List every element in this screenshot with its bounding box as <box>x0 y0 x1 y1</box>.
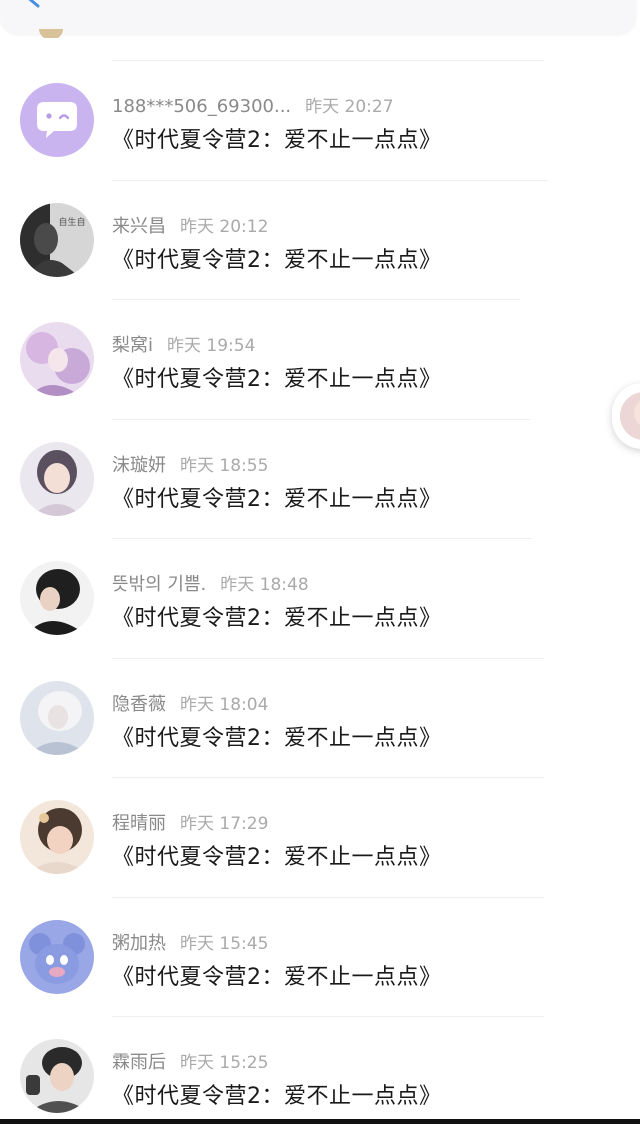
avatar[interactable]: 自生自 <box>20 202 94 277</box>
divider <box>112 299 520 300</box>
divider <box>112 1016 544 1017</box>
comment-title[interactable]: 《时代夏令营2：爱不止一点点》 <box>112 720 442 752</box>
user-name[interactable]: 188***506_69300... <box>112 96 291 117</box>
avatar[interactable] <box>20 83 94 157</box>
timestamp: 昨天 18:04 <box>180 694 269 715</box>
list-item[interactable]: 隐香薇 昨天 18:04 《时代夏令营2：爱不止一点点》 <box>0 657 640 778</box>
photo-avatar-icon <box>20 680 94 755</box>
divider <box>112 657 544 659</box>
comment-title[interactable]: 《时代夏令营2：爱不止一点点》 <box>112 481 442 513</box>
cartoon-avatar-icon <box>20 919 94 994</box>
avatar[interactable] <box>20 1039 94 1113</box>
list-item[interactable]: 霖雨后 昨天 15:25 《时代夏令营2：爱不止一点点》 <box>0 1016 640 1136</box>
comment-title[interactable]: 《时代夏令营2：爱不止一点点》 <box>112 1078 442 1110</box>
avatar[interactable] <box>20 919 94 994</box>
timestamp: 昨天 17:29 <box>180 814 269 834</box>
user-name[interactable]: 梨窝i <box>112 335 153 356</box>
comment-title[interactable]: 《时代夏令营2：爱不止一点点》 <box>112 600 442 632</box>
avatar[interactable] <box>20 680 94 755</box>
list-item[interactable]: 沫璇妍 昨天 18:55 《时代夏令营2：爱不止一点点》 <box>0 418 640 539</box>
photo-avatar-icon <box>20 800 94 874</box>
user-name[interactable]: 粥加热 <box>112 933 166 954</box>
avatar[interactable] <box>20 322 94 396</box>
comment-title[interactable]: 《时代夏令营2：爱不止一点点》 <box>112 122 442 154</box>
comment-list: 188***506_69300... 昨天 20:27 《时代夏令营2：爱不止一点… <box>0 60 640 1136</box>
user-name[interactable]: 来兴昌 <box>112 216 166 237</box>
timestamp: 昨天 20:27 <box>305 97 394 117</box>
list-item[interactable]: 188***506_69300... 昨天 20:27 《时代夏令营2：爱不止一点… <box>0 60 640 180</box>
avatar-text: 自生自 <box>58 216 85 228</box>
divider <box>112 60 544 61</box>
back-arrow-icon[interactable] <box>22 0 46 14</box>
top-bar <box>0 0 636 34</box>
comment-title[interactable]: 《时代夏令营2：爱不止一点点》 <box>112 959 442 991</box>
timestamp: 昨天 18:48 <box>220 575 309 595</box>
photo-avatar-icon <box>20 322 94 396</box>
divider <box>112 538 532 539</box>
comment-title[interactable]: 《时代夏令营2：爱不止一点点》 <box>112 839 442 871</box>
list-item[interactable]: 뜻밖의 기쁨. 昨天 18:48 《时代夏令营2：爱不止一点点》 <box>0 538 640 658</box>
photo-avatar-icon <box>20 561 94 635</box>
photo-avatar-icon <box>20 1039 94 1113</box>
user-name[interactable]: 程晴丽 <box>112 813 166 834</box>
comment-title[interactable]: 《时代夏令营2：爱不止一点点》 <box>112 361 442 393</box>
avatar[interactable] <box>20 441 94 516</box>
timestamp: 昨天 15:25 <box>180 1053 269 1073</box>
list-item[interactable]: 程晴丽 昨天 17:29 《时代夏令营2：爱不止一点点》 <box>0 777 640 897</box>
divider <box>112 896 544 898</box>
chat-bubble-avatar-icon <box>20 83 94 157</box>
timestamp: 昨天 20:12 <box>180 216 269 237</box>
divider <box>112 777 544 778</box>
timestamp: 昨天 15:45 <box>180 933 269 954</box>
user-name[interactable]: 霖雨后 <box>112 1052 166 1073</box>
photo-avatar-icon <box>20 441 94 516</box>
comment-title[interactable]: 《时代夏令营2：爱不止一点点》 <box>112 242 442 274</box>
divider <box>112 418 530 420</box>
timestamp: 昨天 19:54 <box>167 336 256 356</box>
list-item[interactable]: 粥加热 昨天 15:45 《时代夏令营2：爱不止一点点》 <box>0 896 640 1017</box>
avatar[interactable] <box>20 800 94 874</box>
timestamp: 昨天 18:55 <box>180 455 269 476</box>
user-name[interactable]: 뜻밖의 기쁨. <box>112 574 206 595</box>
avatar[interactable] <box>20 561 94 635</box>
user-name[interactable]: 隐香薇 <box>112 694 166 715</box>
bottom-edge <box>0 1119 640 1124</box>
list-item[interactable]: 自生自 来兴昌 昨天 20:12 《时代夏令营2：爱不止一点点》 <box>0 179 640 300</box>
list-item[interactable]: 梨窝i 昨天 19:54 《时代夏令营2：爱不止一点点》 <box>0 299 640 419</box>
divider <box>112 179 548 181</box>
photo-avatar-icon: 自生自 <box>20 202 94 277</box>
user-name[interactable]: 沫璇妍 <box>112 455 166 476</box>
previous-avatar-peek <box>38 26 64 38</box>
